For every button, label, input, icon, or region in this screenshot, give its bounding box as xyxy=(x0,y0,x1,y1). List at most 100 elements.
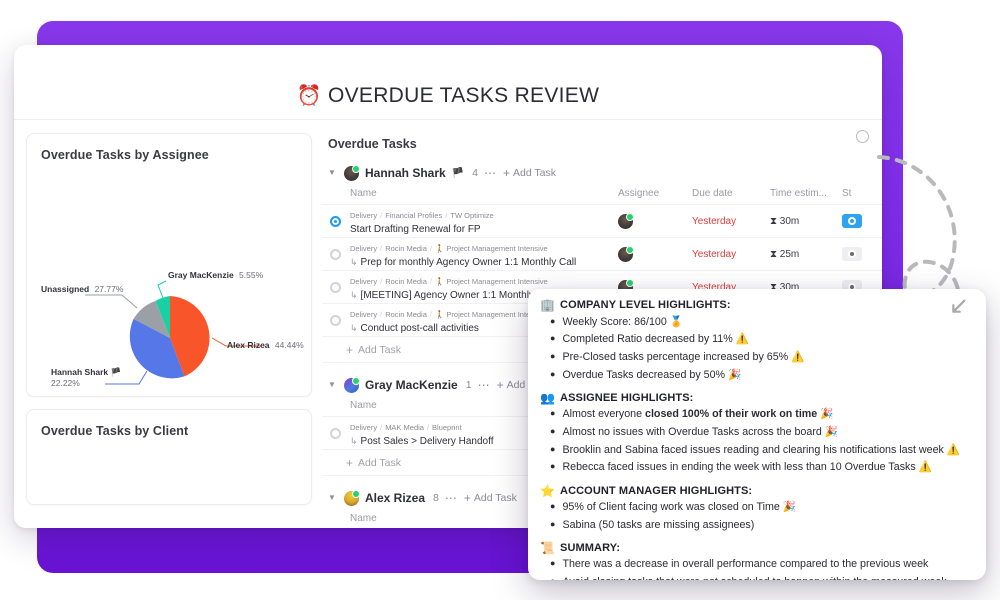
plus-icon: + xyxy=(346,455,354,470)
breadcrumb-item[interactable]: Rocin Media xyxy=(385,310,427,319)
breadcrumb: Delivery / Rocin Media / 🚶 Project Managemen… xyxy=(350,244,548,253)
section-emoji-icon: ⭐ xyxy=(540,483,556,498)
breadcrumb-separator: / xyxy=(380,210,383,220)
task-status-radio[interactable] xyxy=(330,248,341,260)
bullet-icon: ● xyxy=(550,368,556,379)
breadcrumb-item[interactable]: Project Management Intensive xyxy=(446,244,547,253)
breadcrumb-item[interactable]: Rocin Media xyxy=(385,277,427,286)
list-item-text: Overdue Tasks decreased by 50% 🎉 xyxy=(562,368,742,381)
task-assignee-cell[interactable] xyxy=(618,245,692,262)
list-item: ● Rebecca faced issues in ending the week… xyxy=(540,460,974,475)
status-badge[interactable] xyxy=(842,214,862,228)
bullet-icon: ● xyxy=(550,501,556,511)
breadcrumb-item[interactable]: Blueprint xyxy=(432,423,462,432)
breadcrumb-item[interactable]: TW Optimize xyxy=(450,211,493,220)
task-text-block: Delivery / Rocin Media / 🚶 Project Managemen… xyxy=(350,238,576,271)
list-item-text: Completed Ratio decreased by 11% ⚠️ xyxy=(562,333,750,346)
breadcrumb-item[interactable]: Delivery xyxy=(350,244,377,253)
walking-icon: 🚶 xyxy=(434,276,445,286)
column-header-due-date[interactable]: Due date xyxy=(692,188,770,199)
highlights-panel: 🏢 COMPANY LEVEL HIGHLIGHTS: ● Weekly Score:… xyxy=(528,289,986,580)
list-item: ● Completed Ratio decreased by 11% ⚠️ xyxy=(540,332,974,347)
breadcrumb-item[interactable]: MAK Media xyxy=(385,423,424,432)
task-group-header[interactable]: ▼ Hannah Shark 🏴 4 ⋯ + Add Task xyxy=(322,163,882,183)
breadcrumb: Delivery / Rocin Media / 🚶 Project Managemen… xyxy=(350,277,548,286)
breadcrumb-item[interactable]: Delivery xyxy=(350,310,377,319)
list-item-text: Avoid closing tasks that were not schedu… xyxy=(562,575,946,580)
task-status-radio[interactable] xyxy=(330,427,341,439)
add-task-button[interactable]: +Add Task xyxy=(464,491,517,505)
task-title[interactable]: ↳ Prep for monthly Agency Owner 1:1 Month… xyxy=(350,256,576,271)
subtask-icon: ↳ xyxy=(350,322,358,333)
overdue-by-client-title: Overdue Tasks by Client xyxy=(41,424,189,438)
task-title[interactable]: ↳ Post Sales > Delivery Handoff xyxy=(350,435,494,450)
add-task-label: Add Task xyxy=(473,492,517,504)
list-item: ● Overdue Tasks decreased by 50% 🎉 xyxy=(540,368,974,383)
more-options-icon[interactable]: ⋯ xyxy=(484,166,497,180)
column-header-assignee[interactable]: Assignee xyxy=(618,188,692,199)
list-item: ● Pre-Closed tasks percentage increased b… xyxy=(540,350,974,365)
task-due-date-cell[interactable]: Yesterday xyxy=(692,216,770,227)
table-row[interactable]: Delivery / Financial Profiles / TW Optimize S… xyxy=(322,205,882,238)
breadcrumb: Delivery / Financial Profiles / TW Optimize xyxy=(350,211,494,220)
table-row[interactable]: Delivery / Rocin Media / 🚶 Project Managemen… xyxy=(322,238,882,271)
section-heading-text: SUMMARY: xyxy=(560,541,621,554)
list-item-text: Almost everyone closed 100% of their wor… xyxy=(562,408,834,421)
panel-collapse-toggle[interactable] xyxy=(856,130,869,143)
assignee-pie-chart[interactable]: Gray MacKenzie 5.55% Unassigned 27.77% H… xyxy=(27,162,311,396)
task-table-header: Name Assignee Due date Time estim... St xyxy=(322,183,882,205)
chevron-down-icon[interactable]: ▼ xyxy=(328,381,338,389)
highlights-section-heading: 👥 ASSIGNEE HIGHLIGHTS: xyxy=(540,391,974,405)
chevron-down-icon[interactable]: ▼ xyxy=(328,169,338,177)
column-header-status[interactable]: St xyxy=(842,188,882,199)
status-badge[interactable] xyxy=(842,247,862,261)
alarm-clock-icon: ⏰ xyxy=(296,85,322,107)
breadcrumb-separator: / xyxy=(445,210,448,220)
more-options-icon[interactable]: ⋯ xyxy=(478,378,491,392)
add-task-label: Add Task xyxy=(358,456,402,469)
task-time-estimate-cell[interactable]: ⧗ 25m xyxy=(770,249,842,260)
page-title: ⏰ OVERDUE TASKS REVIEW xyxy=(297,83,599,108)
task-status-cell[interactable] xyxy=(842,247,882,261)
task-title-text: Start Drafting Renewal for FP xyxy=(350,223,481,235)
task-due-date-cell[interactable]: Yesterday xyxy=(692,249,770,260)
task-title[interactable]: ↳ [MEETING] Agency Owner 1:1 Monthly Call xyxy=(350,289,554,304)
task-status-radio[interactable] xyxy=(330,281,341,293)
subtask-icon: ↳ xyxy=(350,256,358,267)
breadcrumb-item[interactable]: Project Management Intensive xyxy=(446,277,547,286)
more-options-icon[interactable]: ⋯ xyxy=(445,491,458,505)
column-header-name[interactable]: Name xyxy=(322,188,618,199)
breadcrumb-item[interactable]: Financial Profiles xyxy=(385,211,442,220)
task-title[interactable]: Start Drafting Renewal for FP xyxy=(350,223,494,238)
task-title-text: Conduct post-call activities xyxy=(360,322,479,334)
add-task-button[interactable]: +Add Task xyxy=(503,166,556,180)
page-title-text: OVERDUE TASKS REVIEW xyxy=(327,84,600,107)
breadcrumb: Delivery / MAK Media / Blueprint xyxy=(350,423,462,432)
task-time-estimate-cell[interactable]: ⧗ 30m xyxy=(770,216,842,227)
pie-label-gray-mackenzie: Gray MacKenzie 5.55% xyxy=(168,270,264,280)
breadcrumb-item[interactable]: Delivery xyxy=(350,423,377,432)
breadcrumb-item[interactable]: Delivery xyxy=(350,277,377,286)
task-status-radio[interactable] xyxy=(330,314,341,326)
task-status-cell[interactable] xyxy=(842,214,882,228)
task-assignee-cell[interactable] xyxy=(618,212,692,229)
task-status-radio[interactable] xyxy=(330,215,341,227)
task-text-block: Delivery / Financial Profiles / TW Optimize S… xyxy=(350,205,494,238)
chevron-down-icon[interactable]: ▼ xyxy=(328,494,338,502)
task-name-cell[interactable]: Delivery / Financial Profiles / TW Optimize S… xyxy=(322,205,618,238)
task-name-cell[interactable]: Delivery / Rocin Media / 🚶 Project Managemen… xyxy=(322,238,618,271)
hourglass-icon: ⧗ xyxy=(770,215,778,227)
avatar xyxy=(344,376,360,393)
walking-icon: 🚶 xyxy=(434,243,445,253)
subtask-icon: ↳ xyxy=(350,289,358,300)
plus-icon: + xyxy=(496,378,504,392)
bullet-icon: ● xyxy=(550,350,556,361)
breadcrumb-item[interactable]: Delivery xyxy=(350,211,377,220)
task-title-text: Post Sales > Delivery Handoff xyxy=(360,435,494,447)
hourglass-icon: ⧗ xyxy=(770,248,778,260)
column-header-time-estimate[interactable]: Time estim... xyxy=(770,188,842,199)
task-title[interactable]: ↳ Conduct post-call activities xyxy=(350,322,548,337)
list-item: ● Weekly Score: 86/100 🏅 xyxy=(540,315,974,330)
breadcrumb-item[interactable]: Rocin Media xyxy=(385,244,427,253)
bullet-icon: ● xyxy=(550,461,556,472)
